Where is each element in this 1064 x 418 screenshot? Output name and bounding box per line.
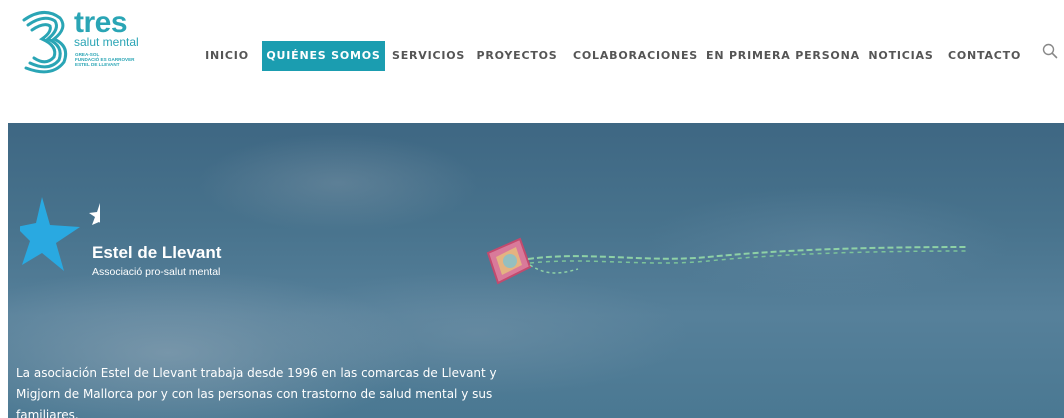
search-icon[interactable] [1041, 42, 1059, 60]
nav-item-servicios[interactable]: SERVICIOS [392, 41, 464, 71]
nav-item-colaboraciones[interactable]: COLABORACIONES [573, 41, 697, 71]
main-nav: INICIO QUIÉNES SOMOS SERVICIOS PROYECTOS… [0, 41, 1064, 71]
nav-item-contacto[interactable]: CONTACTO [948, 41, 1020, 71]
nav-item-en-primera-persona[interactable]: EN PRIMERA PERSONA [706, 41, 859, 71]
star-icon [20, 197, 100, 271]
org-subtitle: Associació pro-salut mental [92, 266, 221, 278]
nav-item-proyectos[interactable]: PROYECTOS [476, 41, 558, 71]
nav-item-noticias[interactable]: NOTICIAS [867, 41, 935, 71]
hero-description: La asociación Estel de Llevant trabaja d… [16, 366, 497, 418]
nav-item-quienes-somos[interactable]: QUIÉNES SOMOS [262, 41, 385, 71]
kite-image [486, 237, 969, 285]
org-name: Estel de Llevant [92, 243, 222, 262]
brand-name: tres [74, 6, 128, 39]
hero-banner: Estel de Llevant Associació pro-salut me… [8, 123, 1064, 418]
nav-item-inicio[interactable]: INICIO [201, 41, 253, 71]
site-header: tres salut mental GREA-SOL FUNDACIÓ ES G… [0, 0, 1064, 112]
